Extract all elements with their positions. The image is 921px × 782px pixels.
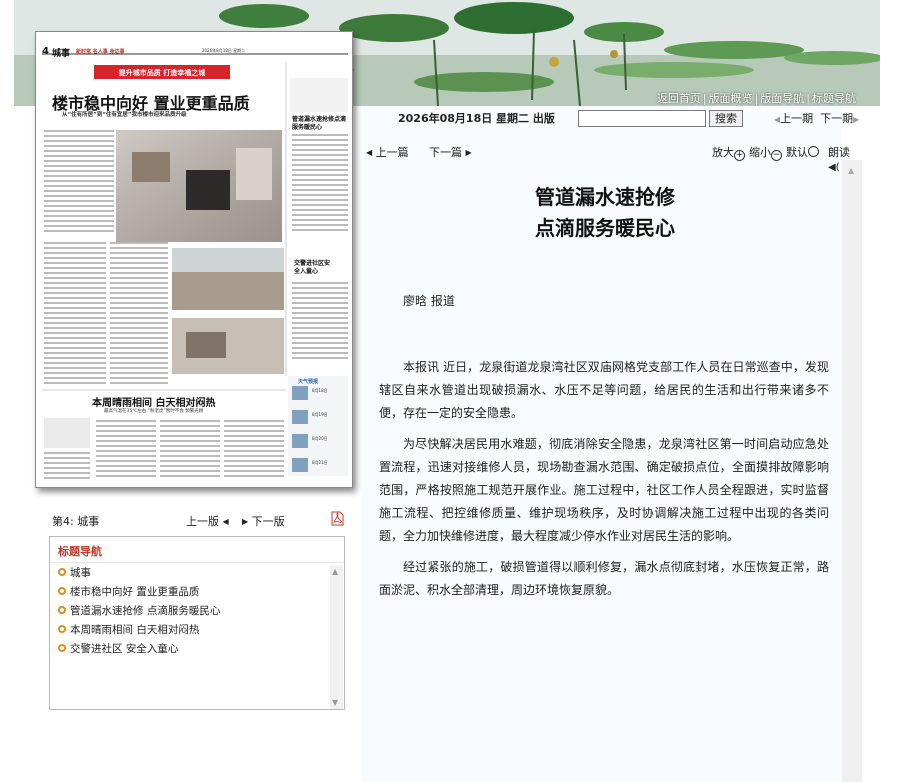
np-subhead-main: 从“住有所居”到“住有宜居”我市楼市迎来品质升级 bbox=[62, 112, 187, 118]
article-body: 本报讯 近日，龙泉街道龙泉湾社区双庙网格党支部工作人员在日常巡查中，发现辖区自来… bbox=[379, 356, 829, 610]
nav-home-link[interactable]: 返回首页 bbox=[657, 92, 701, 105]
triangle-left-icon: ◀ bbox=[222, 517, 229, 526]
triangle-right-icon: ▶ bbox=[465, 148, 472, 157]
search-button[interactable]: 搜索 bbox=[709, 110, 743, 127]
np-headline-side1: 管道漏水速抢修点滴服务暖民心 bbox=[292, 116, 347, 131]
prev-article-link[interactable]: ◀ 上一篇 bbox=[366, 144, 409, 160]
scroll-down-icon[interactable]: ▼ bbox=[332, 698, 338, 707]
np-weather-day: 8月19日 bbox=[312, 412, 328, 417]
publish-date: 2026年08月18日 星期二 出版 bbox=[398, 112, 555, 125]
read-aloud-label: 朗读 bbox=[828, 146, 850, 159]
triangle-left-icon: ◀ bbox=[366, 148, 373, 157]
zoom-default-button[interactable]: 默认 bbox=[786, 144, 819, 160]
np-section-name: 城事 bbox=[52, 49, 71, 59]
nav-title-link[interactable]: 标题导航 bbox=[812, 92, 856, 105]
np-weather-day: 8月21日 bbox=[312, 460, 328, 465]
speaker-icon: ◀( bbox=[828, 162, 840, 173]
newspaper-page-thumbnail[interactable]: 4 城事 新时常 名人事 身边事 2026年8月18日 星期二 提升城市品质 打… bbox=[35, 31, 353, 488]
bullet-icon bbox=[58, 644, 66, 652]
next-issue-link[interactable]: 下一期 bbox=[820, 112, 853, 125]
next-page-link[interactable]: ▶ 下一版 bbox=[242, 513, 285, 529]
next-article-label: 下一篇 bbox=[429, 146, 462, 159]
title-nav-heading: 标题导航 bbox=[50, 537, 344, 563]
np-weather-day: 8月18日 bbox=[312, 388, 328, 393]
search-input[interactable] bbox=[578, 110, 706, 127]
epaper-page: 返回首页 | 版面概览 | 版面导航 | 标题导航 4 城事 新时常 名人事 身… bbox=[0, 0, 921, 782]
article-title-line2: 点滴服务暖民心 bbox=[535, 216, 675, 240]
np-page-number: 4 bbox=[42, 46, 49, 57]
np-headline-weather: 本周晴雨相间 白天相对闷热 bbox=[92, 398, 216, 409]
bullet-icon bbox=[58, 625, 66, 633]
np-subhead-weather: 最高气温在35℃左右,“秋老虎”暂时不会 频繁光顾 bbox=[104, 409, 204, 414]
title-nav-item-label: 楼市稳中向好 置业更重品质 bbox=[70, 586, 200, 598]
np-weather-day: 8月20日 bbox=[312, 436, 328, 441]
article-toolbar: ◀ 上一篇 下一篇 ▶ 放大 + 缩小 − 默认 朗读 ◀( bbox=[366, 144, 860, 173]
plus-icon: + bbox=[734, 150, 745, 161]
bullet-icon bbox=[58, 568, 66, 576]
np-headline-side2: 交警进社区安全入童心 bbox=[294, 260, 331, 275]
prev-issue-link[interactable]: 上一期 bbox=[780, 112, 813, 125]
pdf-icon[interactable] bbox=[331, 511, 344, 526]
article-paragraph: 本报讯 近日，龙泉街道龙泉湾社区双庙网格党支部工作人员在日常巡查中，发现辖区自来… bbox=[379, 360, 829, 420]
zoom-in-label: 放大 bbox=[712, 146, 734, 159]
article-paragraph: 为尽快解决居民用水难题，彻底消除安全隐患，龙泉湾社区第一时间启动应急处置流程，迅… bbox=[379, 437, 829, 543]
page-name: 第4: 城事 bbox=[52, 515, 100, 528]
prev-page-link[interactable]: 上一版 ◀ bbox=[186, 513, 229, 529]
page-info-bar: 第4: 城事 上一版 ◀ ▶ 下一版 bbox=[52, 511, 346, 529]
article-title: 管道漏水速抢修 点滴服务暖民心 bbox=[460, 182, 750, 244]
article-paragraph: 经过紧张的施工，破损管道得以顺利修复，漏水点彻底封堵，水压恢复正常，路面淤泥、积… bbox=[379, 560, 829, 597]
np-red-banner-text: 提升城市品质 打造幸福之城 bbox=[118, 69, 206, 77]
np-slogans: 新时常 名人事 身边事 bbox=[76, 49, 125, 55]
article-title-line1: 管道漏水速抢修 bbox=[535, 185, 675, 209]
zoom-default-label: 默认 bbox=[786, 146, 808, 159]
article-byline: 廖晗 报道 bbox=[403, 294, 455, 308]
issue-nav: ◀上一期 下一期▶ bbox=[774, 110, 859, 126]
title-nav-item-label: 交警进社区 安全入童心 bbox=[70, 643, 179, 655]
article-scrollbar[interactable]: ▲ bbox=[842, 160, 862, 782]
bullet-icon bbox=[58, 587, 66, 595]
title-nav-item-label: 本周晴雨相间 白天相对闷热 bbox=[70, 624, 200, 636]
prev-article-label: 上一篇 bbox=[375, 146, 409, 159]
zoom-out-label: 缩小 bbox=[749, 146, 771, 159]
scroll-up-icon[interactable]: ▲ bbox=[332, 567, 338, 576]
banner-nav: 返回首页 | 版面概览 | 版面导航 | 标题导航 bbox=[656, 92, 856, 105]
zoom-out-button[interactable]: 缩小 − bbox=[749, 144, 782, 161]
triangle-right-icon: ▶ bbox=[242, 517, 249, 526]
nav-overview-link[interactable]: 版面概览 bbox=[709, 92, 753, 105]
read-aloud-button[interactable]: 朗读 ◀( bbox=[828, 144, 860, 173]
minus-icon: − bbox=[771, 150, 782, 161]
title-nav-panel: 标题导航 城事 楼市稳中向好 置业更重品质 管道漏水速抢修 点滴服务暖民心 本周… bbox=[49, 536, 345, 710]
title-nav-item[interactable]: 本周晴雨相间 白天相对闷热 bbox=[58, 623, 344, 642]
title-nav-item[interactable]: 楼市稳中向好 置业更重品质 bbox=[58, 585, 344, 604]
circle-icon bbox=[808, 146, 819, 157]
title-nav-list: 城事 楼市稳中向好 置业更重品质 管道漏水速抢修 点滴服务暖民心 本周晴雨相间 … bbox=[50, 563, 344, 661]
title-nav-item[interactable]: 交警进社区 安全入童心 bbox=[58, 642, 344, 661]
prev-page-label: 上一版 bbox=[186, 515, 219, 528]
triangle-right-icon: ▶ bbox=[853, 115, 860, 124]
np-weather-title: 天气预报 bbox=[298, 379, 319, 385]
title-nav-scrollbar[interactable]: ▲ ▼ bbox=[330, 565, 343, 709]
title-nav-item[interactable]: 管道漏水速抢修 点滴服务暖民心 bbox=[58, 604, 344, 623]
title-nav-item-label: 管道漏水速抢修 点滴服务暖民心 bbox=[70, 605, 221, 617]
bullet-icon bbox=[58, 606, 66, 614]
next-page-label: 下一版 bbox=[251, 515, 285, 528]
title-nav-item[interactable]: 城事 bbox=[58, 566, 344, 585]
title-nav-item-label: 城事 bbox=[70, 567, 91, 579]
nav-page-link[interactable]: 版面导航 bbox=[760, 92, 804, 105]
np-date-line: 2026年8月18日 星期二 bbox=[202, 48, 246, 53]
next-article-link[interactable]: 下一篇 ▶ bbox=[429, 144, 472, 160]
zoom-in-button[interactable]: 放大 + bbox=[712, 144, 745, 161]
